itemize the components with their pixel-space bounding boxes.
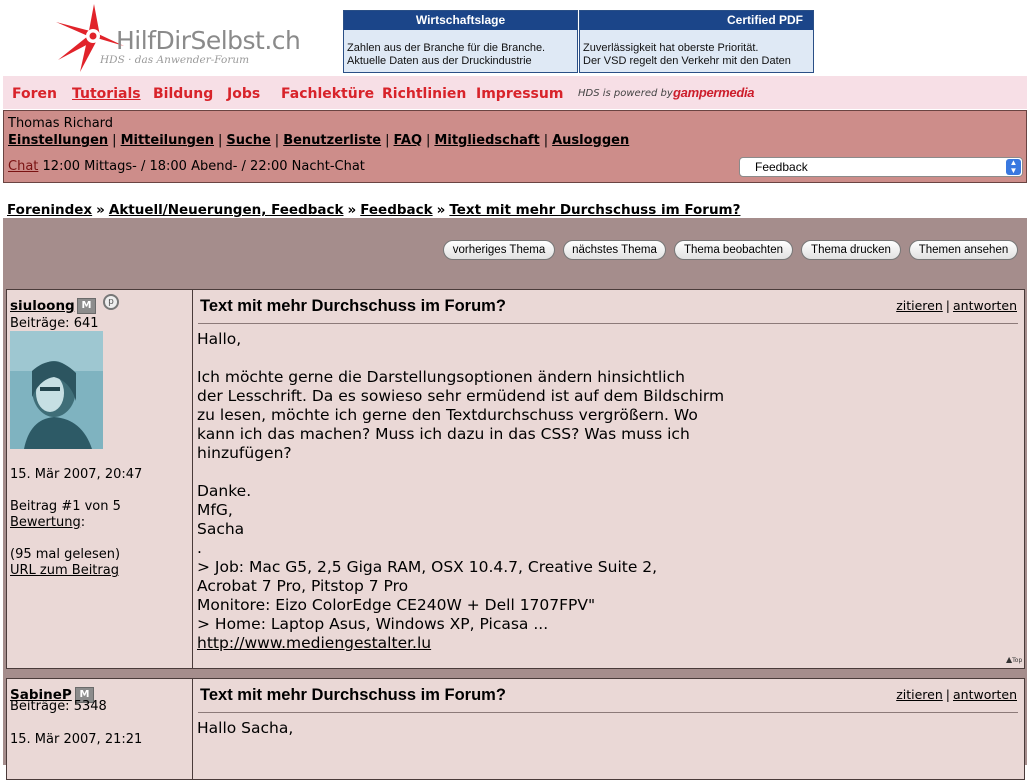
ad-text-line: Der VSD regelt den Verkehr mit den Daten bbox=[583, 55, 791, 67]
quote-link[interactable]: zitieren bbox=[896, 298, 943, 313]
post-title: Text mit mehr Durchschuss im Forum? bbox=[200, 297, 506, 315]
breadcrumb-feedback[interactable]: Feedback bbox=[360, 202, 432, 218]
post-author-link[interactable]: siuloong bbox=[10, 298, 75, 314]
reply-link[interactable]: antworten bbox=[953, 298, 1017, 313]
logo-text: HilfDirSelbst.ch bbox=[116, 26, 301, 55]
logo-subtitle: HDS · das Anwender-Forum bbox=[100, 54, 250, 66]
quote-link[interactable]: zitieren bbox=[896, 687, 943, 702]
post-title: Text mit mehr Durchschuss im Forum? bbox=[200, 686, 506, 704]
post-actions: zitieren | antworten bbox=[896, 298, 1017, 313]
ad-text-line: Zuverlässigkeit hat oberste Priorität. bbox=[583, 42, 759, 54]
link-mitgliedschaft[interactable]: Mitgliedschaft bbox=[434, 133, 539, 148]
post-author-panel: siuloong M p Beiträge: 641 15. Mär 2007,… bbox=[7, 290, 193, 668]
chat-times: 12:00 Mittags- / 18:00 Abend- / 22:00 Na… bbox=[42, 159, 365, 174]
post: siuloong M p Beiträge: 641 15. Mär 2007,… bbox=[6, 289, 1025, 669]
forum-select-value: Feedback bbox=[755, 160, 808, 174]
post-text: Hallo Sacha, bbox=[197, 719, 294, 737]
breadcrumb-thread[interactable]: Text mit mehr Durchschuss im Forum? bbox=[449, 202, 740, 218]
reply-link[interactable]: antworten bbox=[953, 687, 1017, 702]
post-actions: zitieren | antworten bbox=[896, 687, 1017, 702]
post-divider bbox=[198, 323, 1018, 324]
forum-jump-select[interactable]: Feedback ▲ ▼ bbox=[739, 157, 1023, 177]
post-date: 15. Mär 2007, 20:47 bbox=[10, 467, 143, 482]
breadcrumb-forenindex[interactable]: Forenindex bbox=[7, 202, 92, 218]
link-faq[interactable]: FAQ bbox=[394, 133, 423, 148]
nav-richtlinien[interactable]: Richtlinien bbox=[382, 86, 466, 102]
author-post-count: Beiträge: 5348 bbox=[10, 699, 107, 714]
post-body: Hallo, Ich möchte gerne die Darstellungs… bbox=[197, 330, 797, 653]
previous-topic-button[interactable]: vorheriges Thema bbox=[443, 240, 555, 260]
nav-tutorials[interactable]: Tutorials bbox=[72, 86, 141, 102]
back-to-top-icon[interactable]: ▲Top bbox=[1006, 655, 1022, 665]
nav-bildung[interactable]: Bildung bbox=[153, 86, 213, 102]
rating: Bewertung: bbox=[10, 515, 86, 530]
link-benutzerliste[interactable]: Benutzerliste bbox=[283, 133, 381, 148]
avatar bbox=[10, 331, 103, 449]
ad-title: Wirtschaftslage bbox=[344, 11, 577, 30]
post-divider bbox=[198, 712, 1018, 713]
ad-text-line: Aktuelle Daten aus der Druckindustrie bbox=[347, 55, 532, 67]
link-einstellungen[interactable]: Einstellungen bbox=[8, 133, 108, 148]
powered-by-label: HDS is powered by bbox=[578, 88, 673, 99]
print-topic-button[interactable]: Thema drucken bbox=[801, 240, 901, 260]
username-label: Thomas Richard bbox=[8, 116, 114, 131]
link-mitteilungen[interactable]: Mitteilungen bbox=[121, 133, 214, 148]
post-url-link[interactable]: URL zum Beitrag bbox=[10, 563, 119, 578]
user-panel: Thomas Richard Einstellungen | Mitteilunge… bbox=[3, 110, 1027, 183]
post-body: Hallo Sacha, bbox=[197, 719, 797, 738]
chat-info: Chat 12:00 Mittags- / 18:00 Abend- / 22:… bbox=[8, 159, 365, 174]
view-topics-button[interactable]: Themen ansehen bbox=[909, 240, 1018, 260]
nav-foren[interactable]: Foren bbox=[12, 86, 57, 102]
link-suche[interactable]: Suche bbox=[226, 133, 270, 148]
rating-link[interactable]: Bewertung bbox=[10, 515, 81, 530]
sponsor-logo[interactable]: gampermedia bbox=[673, 85, 755, 100]
author-post-count: Beiträge: 641 bbox=[10, 316, 99, 331]
profile-icon[interactable]: p bbox=[103, 294, 119, 310]
site-logo[interactable]: HilfDirSelbst.ch HDS · das Anwender-Foru… bbox=[50, 2, 310, 74]
member-badge-icon: M bbox=[77, 298, 96, 314]
nav-fachlektuere[interactable]: Fachlektüre bbox=[281, 86, 374, 102]
ad-text-line: Zahlen aus der Branche für die Branche. bbox=[347, 42, 546, 54]
site-header: HilfDirSelbst.ch HDS · das Anwender-Foru… bbox=[0, 0, 1030, 76]
nav-impressum[interactable]: Impressum bbox=[476, 86, 563, 102]
main-nav: Foren Tutorials Bildung Jobs Fachlektüre… bbox=[3, 76, 1027, 109]
breadcrumb: Forenindex» Aktuell/Neuerungen, Feedback»… bbox=[3, 184, 1025, 218]
ad-banner-wirtschaftslage[interactable]: Wirtschaftslage Zahlen aus der Branche f… bbox=[343, 10, 578, 73]
link-ausloggen[interactable]: Ausloggen bbox=[552, 133, 629, 148]
read-count: (95 mal gelesen) bbox=[10, 547, 121, 562]
next-topic-button[interactable]: nächstes Thema bbox=[563, 240, 666, 260]
ad-title: Certified PDF bbox=[580, 11, 813, 30]
ad-banner-certified-pdf[interactable]: Certified PDF Zuverlässigkeit hat oberst… bbox=[579, 10, 814, 73]
select-arrows-icon: ▲ ▼ bbox=[1006, 159, 1021, 175]
nav-jobs[interactable]: Jobs bbox=[227, 86, 260, 102]
breadcrumb-aktuell[interactable]: Aktuell/Neuerungen, Feedback bbox=[109, 202, 344, 218]
watch-topic-button[interactable]: Thema beobachten bbox=[674, 240, 793, 260]
chat-link[interactable]: Chat bbox=[8, 159, 38, 174]
post-date: 15. Mär 2007, 21:21 bbox=[10, 732, 143, 747]
post-text: Hallo, Ich möchte gerne die Darstellungs… bbox=[197, 330, 725, 633]
user-links: Einstellungen | Mitteilungen | Suche | Benutze… bbox=[8, 133, 630, 148]
signature-link[interactable]: http://www.mediengestalter.lu bbox=[197, 634, 431, 652]
post-author-panel: SabineP M Beiträge: 5348 15. Mär 2007, 2… bbox=[7, 679, 193, 779]
post-number: Beitrag #1 von 5 bbox=[10, 499, 121, 514]
